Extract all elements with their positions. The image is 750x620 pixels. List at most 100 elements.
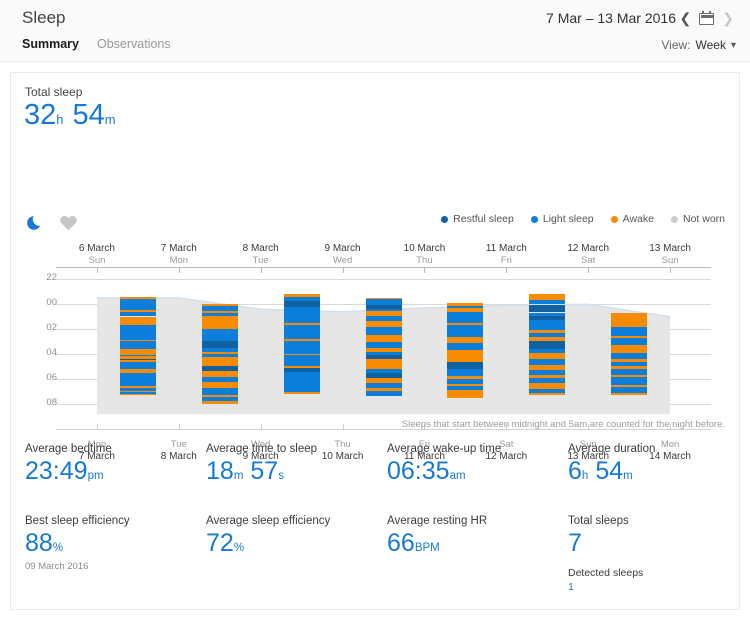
stats-section: Average bedtime 23:49pm Average time to sl… <box>11 443 741 593</box>
stat-value: 23:49pm <box>25 457 104 485</box>
view-selector[interactable]: View: Week ▾ <box>661 38 736 52</box>
sleep-bar[interactable] <box>611 313 648 396</box>
sleep-bar-segment-light <box>119 341 156 350</box>
sleep-bar-segment-light <box>283 340 320 354</box>
stat-unit: pm <box>87 470 104 482</box>
date-range-label: 7 Mar – 13 Mar 2016 <box>546 10 676 26</box>
sleep-bar-segment-awake <box>283 391 320 395</box>
stats-row-1: Average bedtime 23:49pm Average time to sl… <box>11 443 741 515</box>
sleep-bar-segment-awake <box>611 345 648 354</box>
sleep-bar-segment-awake <box>611 393 648 396</box>
sleep-bar-segment-light <box>201 329 238 342</box>
stat-number-2: 54 <box>595 457 624 485</box>
tab-summary[interactable]: Summary <box>22 37 79 51</box>
stat-label: Average resting HR <box>387 515 488 527</box>
stat-number: 23:49 <box>25 457 88 485</box>
chart-legend: Restful sleep Light sleep Awake Not worn <box>441 213 725 225</box>
calendar-icon[interactable] <box>699 11 715 25</box>
stat-subtext: 09 March 2016 <box>25 561 89 572</box>
stat-card: Average sleep efficiency 72% <box>206 515 386 558</box>
sleep-bar-segment-awake <box>447 349 484 362</box>
heart-icon[interactable] <box>59 214 78 231</box>
sleep-bar[interactable] <box>529 294 566 396</box>
summary-card: Total sleep 32h 54m Restful sleep Light … <box>10 72 740 610</box>
sleep-bar-segment-light <box>283 371 320 392</box>
sleep-bar-segment-awake <box>201 315 238 330</box>
page-header: Sleep 7 Mar – 13 Mar 2016 ❮ ❯ Summary Ob… <box>0 0 750 62</box>
stat-subvalue[interactable]: 1 <box>568 581 748 593</box>
legend-label-light: Light sleep <box>542 213 594 225</box>
legend-item-awake: Awake <box>610 213 654 225</box>
sleep-bar-segment-light <box>283 355 320 366</box>
legend-swatch-notworn <box>670 215 678 223</box>
sleep-bar-segment-awake <box>611 313 648 327</box>
stat-unit: % <box>52 542 64 554</box>
sleep-bar-segment-light <box>365 390 402 396</box>
top-axis-date: 8 March <box>242 243 279 254</box>
chevron-down-icon[interactable]: ▾ <box>731 40 736 51</box>
sleep-dashboard: Sleep 7 Mar – 13 Mar 2016 ❮ ❯ Summary Ob… <box>0 0 750 620</box>
stat-label: Average time to sleep <box>206 443 318 455</box>
stat-card: Average time to sleep 18m 57s <box>206 443 386 486</box>
stat-card: Average duration 6h 54m <box>568 443 748 486</box>
stat-value: 6h 54m <box>568 457 633 485</box>
stat-unit: BPM <box>414 542 440 554</box>
sleep-bar-segment-awake <box>365 335 402 343</box>
sleep-bar-segment-restful <box>529 341 566 349</box>
total-sleep-label: Total sleep <box>25 85 83 99</box>
stat-number: 06:35 <box>387 457 450 485</box>
top-axis-weekday: Wed <box>332 255 353 266</box>
sleep-bar-segment-light <box>283 325 320 339</box>
bottom-axis-tick <box>342 424 344 430</box>
sleep-bar-segment-light <box>611 377 648 385</box>
moon-icon[interactable] <box>27 213 45 231</box>
stats-row-2: Best sleep efficiency 88% 09 March 2016 Ave… <box>11 515 741 593</box>
legend-item-light: Light sleep <box>530 213 594 225</box>
legend-label-notworn: Not worn <box>682 213 725 225</box>
sleep-bar-segment-awake <box>365 320 402 328</box>
stat-unit-2: m <box>623 470 633 482</box>
legend-swatch-light <box>530 215 538 223</box>
total-sleep-hours: 32 <box>24 99 57 131</box>
sleep-bar-segment-restful <box>201 341 238 348</box>
top-axis-weekday: Mon <box>169 255 189 266</box>
legend-item-restful: Restful sleep <box>441 213 514 225</box>
stat-unit: % <box>233 542 245 554</box>
metric-icon-row <box>27 213 78 231</box>
sleep-bar-segment-light <box>611 326 648 336</box>
legend-label-awake: Awake <box>622 213 654 225</box>
sleep-bar[interactable] <box>447 303 484 398</box>
stat-number: 18 <box>206 457 234 485</box>
stat-unit: m <box>233 470 244 482</box>
stat-number-2: 57 <box>250 457 279 485</box>
chevron-right-icon[interactable]: ❯ <box>720 10 736 26</box>
stat-card: Average bedtime 23:49pm <box>25 443 205 486</box>
legend-swatch-restful <box>441 215 449 223</box>
sleep-bar-segment-awake <box>447 389 484 398</box>
bottom-axis-tick <box>178 424 180 430</box>
sleep-bar-segment-restful <box>529 304 566 313</box>
sleep-bar[interactable] <box>365 298 402 396</box>
stat-value: 72% <box>206 529 245 557</box>
top-axis-weekday: Sun <box>88 255 106 266</box>
sleep-bar[interactable] <box>119 296 156 396</box>
top-axis-date: 7 March <box>160 243 197 254</box>
top-axis-label: 10 March Thu <box>379 243 469 267</box>
sleep-bar-segment-awake <box>119 393 156 396</box>
top-axis-date: 13 March <box>649 243 691 254</box>
sleep-bar[interactable] <box>283 294 320 395</box>
stat-number: 88 <box>25 529 53 557</box>
top-axis-date: 10 March <box>403 243 446 254</box>
page-title: Sleep <box>22 8 66 27</box>
stat-value: 06:35am <box>387 457 466 485</box>
sleep-bar-segment-light <box>447 343 484 350</box>
sleep-bar[interactable] <box>201 304 238 405</box>
sleep-bar-segment-light <box>283 306 320 323</box>
sleep-bar-segment-light <box>529 320 566 331</box>
chevron-left-icon[interactable]: ❮ <box>678 10 694 26</box>
stat-label: Average bedtime <box>25 443 112 455</box>
sleep-bar-segment-awake <box>201 401 238 405</box>
sleep-bar-segment-light <box>447 312 484 323</box>
tab-observations[interactable]: Observations <box>97 37 171 51</box>
stat-card: Best sleep efficiency 88% 09 March 2016 <box>25 515 205 572</box>
